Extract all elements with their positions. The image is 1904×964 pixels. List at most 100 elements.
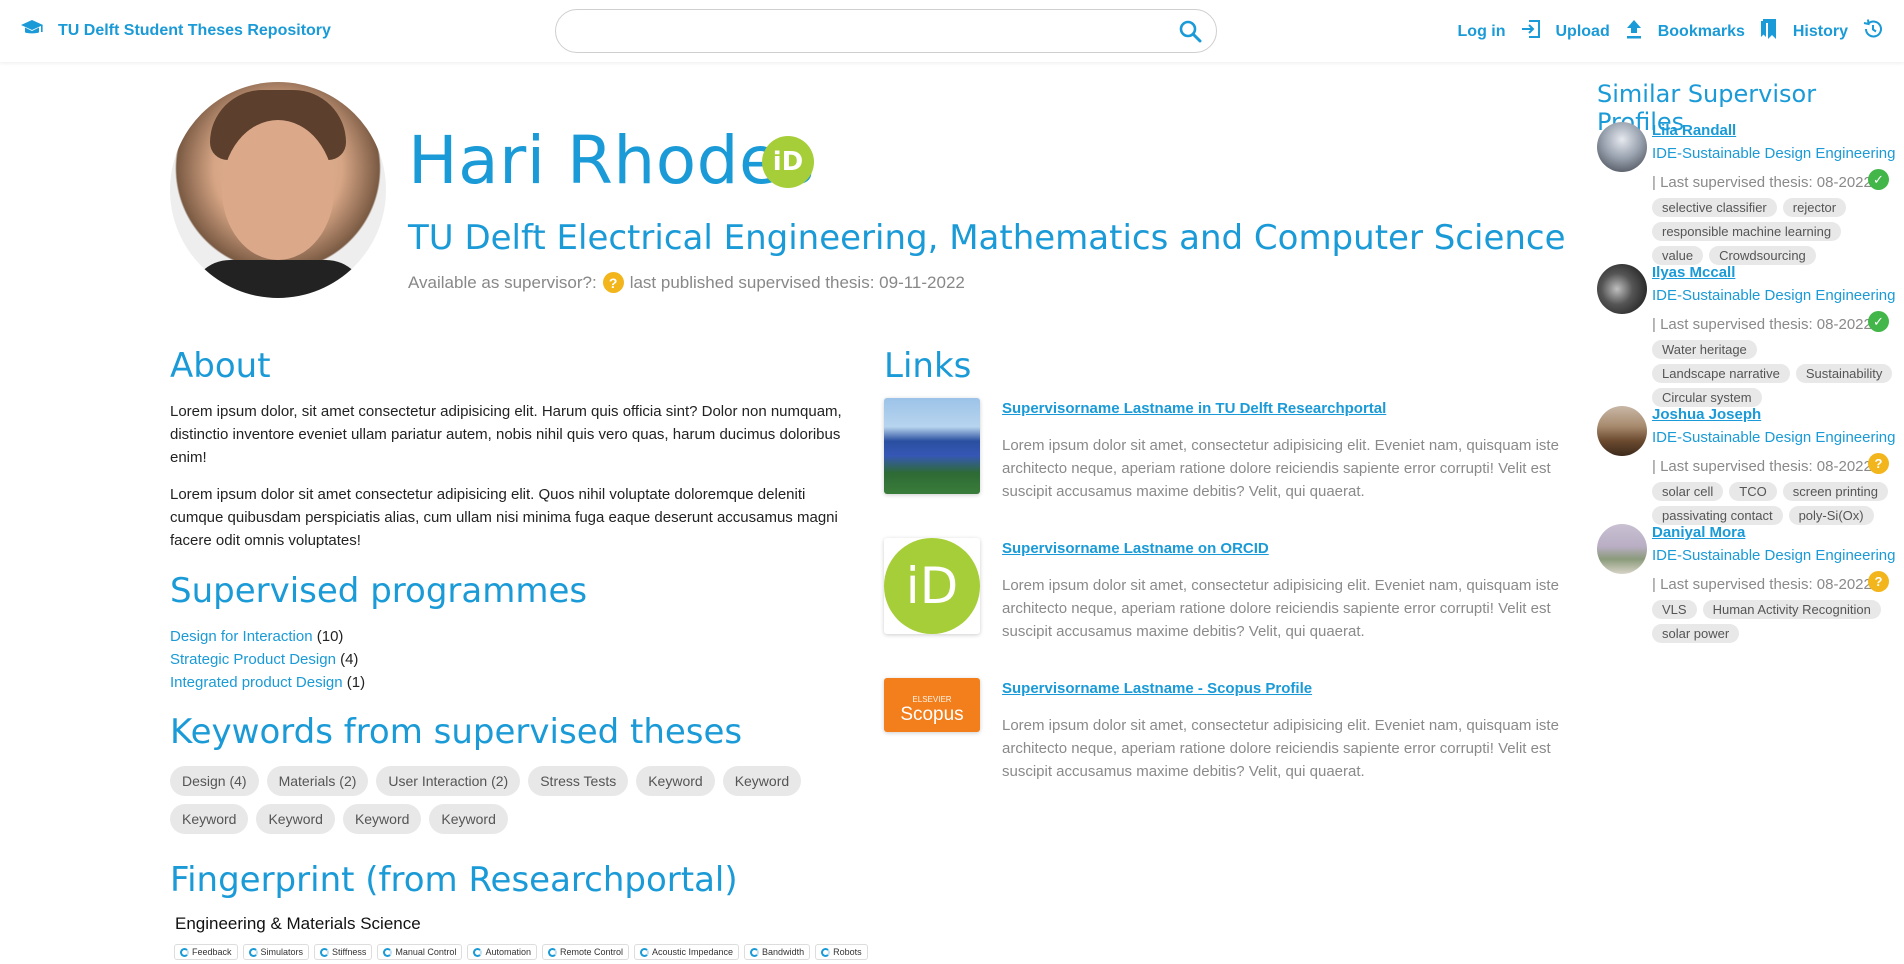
upload-label: Upload: [1555, 22, 1610, 40]
profile-department: IDE-Sustainable Design Engineering: [1652, 547, 1896, 564]
bookmarks-label: Bookmarks: [1657, 22, 1745, 40]
tag-chip[interactable]: VLS: [1652, 600, 1697, 619]
question-circle-icon: ?: [1868, 571, 1889, 592]
question-circle-icon: ?: [1868, 453, 1889, 474]
main-nav: Log in Upload Bookmarks History: [1458, 18, 1884, 45]
profile-tags: Water heritage Landscape narrative Susta…: [1652, 340, 1897, 407]
keywords-list: Design (4) Materials (2) User Interactio…: [170, 766, 870, 834]
keyword-chip[interactable]: Keyword: [170, 804, 249, 834]
programme-link[interactable]: Strategic Product Design: [170, 651, 336, 668]
fingerprint-item[interactable]: Automation: [467, 944, 537, 960]
profile-name-link[interactable]: Daniyal Mora: [1652, 524, 1745, 541]
last-supervised-date: | Last supervised thesis: 08-2022: [1652, 576, 1872, 593]
fingerprint-item[interactable]: Manual Control: [377, 944, 463, 960]
tag-chip[interactable]: selective classifier: [1652, 198, 1777, 217]
graduation-cap-icon: [20, 18, 44, 43]
search-icon[interactable]: [1178, 19, 1202, 48]
keyword-chip[interactable]: Keyword: [636, 766, 715, 796]
last-supervised-date: | Last supervised thesis: 08-2022: [1652, 316, 1872, 333]
history-button[interactable]: History: [1793, 18, 1884, 45]
tag-chip[interactable]: Water heritage: [1652, 340, 1757, 359]
researchportal-link[interactable]: Supervisorname Lastname in TU Delft Rese…: [1002, 400, 1386, 417]
tag-chip[interactable]: responsible machine learning: [1652, 222, 1842, 241]
programme-link[interactable]: Design for Interaction: [170, 628, 313, 645]
history-icon: [1862, 18, 1884, 45]
programme-count: (4): [340, 651, 359, 668]
scopus-logo: Scopus: [900, 704, 964, 725]
progress-ring-icon: [750, 947, 760, 957]
fingerprint-item[interactable]: Simulators: [242, 944, 310, 960]
brand[interactable]: TU Delft Student Theses Repository: [20, 18, 331, 43]
programme-count: (10): [316, 628, 344, 645]
fingerprint-item[interactable]: Bandwidth: [744, 944, 811, 960]
similar-profile-card: Daniyal Mora IDE-Sustainable Design Engi…: [1597, 524, 1897, 644]
keyword-chip[interactable]: Design (4): [170, 766, 259, 796]
keyword-chip[interactable]: Keyword: [342, 804, 422, 834]
tag-chip[interactable]: solar power: [1652, 624, 1740, 643]
orcid-icon[interactable]: iD: [762, 136, 814, 188]
fingerprint-label: Acoustic Impedance: [652, 947, 734, 957]
search-input[interactable]: [574, 10, 1174, 52]
avatar[interactable]: [1597, 524, 1647, 574]
similar-profile-card: Joshua Joseph IDE-Sustainable Design Eng…: [1597, 406, 1897, 526]
tag-chip[interactable]: Crowdsourcing: [1709, 246, 1816, 265]
avatar[interactable]: [1597, 122, 1647, 172]
profile-tags: solar cell TCO screen printing passivati…: [1652, 482, 1897, 525]
fingerprint-heading: Fingerprint (from Researchportal): [170, 860, 738, 900]
profile-name-link[interactable]: Lila Randall: [1652, 122, 1736, 139]
upload-button[interactable]: Upload: [1556, 18, 1644, 45]
keyword-chip[interactable]: Keyword: [722, 766, 802, 796]
keyword-chip[interactable]: User Interaction (2): [376, 766, 521, 796]
keyword-chip[interactable]: Keyword: [429, 804, 508, 834]
tag-chip[interactable]: passivating contact: [1652, 506, 1783, 525]
fingerprint-item[interactable]: Remote Control: [541, 944, 629, 960]
tag-chip[interactable]: Circular system: [1652, 388, 1762, 407]
fingerprint-item[interactable]: Feedback: [174, 944, 238, 960]
programme-link[interactable]: Integrated product Design: [170, 674, 343, 691]
tag-chip[interactable]: Landscape narrative: [1652, 364, 1790, 383]
scopus-thumbnail[interactable]: ELSEVIER Scopus: [884, 678, 980, 732]
orcid-link[interactable]: Supervisorname Lastname on ORCID: [1002, 540, 1269, 557]
programme-count: (1): [346, 674, 366, 691]
tag-chip[interactable]: rejector: [1782, 198, 1847, 217]
tag-chip[interactable]: solar cell: [1652, 482, 1724, 501]
tag-chip[interactable]: Sustainability: [1795, 364, 1893, 383]
availability-line: Available as supervisor?: ? last publish…: [408, 272, 965, 293]
fingerprint-item[interactable]: Acoustic Impedance: [634, 944, 740, 960]
programme-item: Integrated product Design (1): [170, 671, 365, 694]
login-icon: [1520, 18, 1542, 45]
profile-tags: VLS Human Activity Recognition solar pow…: [1652, 600, 1897, 643]
researchportal-thumbnail[interactable]: [884, 398, 980, 494]
link-researchportal: Supervisorname Lastname in TU Delft Rese…: [884, 398, 1564, 508]
bookmarks-button[interactable]: Bookmarks: [1658, 18, 1779, 45]
keyword-chip[interactable]: Materials (2): [266, 766, 369, 796]
last-thesis-date: last published supervised thesis: 09-11-…: [629, 272, 965, 292]
similar-profile-card: Ilyas Mccall IDE-Sustainable Design Engi…: [1597, 264, 1897, 407]
login-button[interactable]: Log in: [1458, 18, 1542, 45]
orcid-thumbnail[interactable]: iD: [884, 538, 980, 634]
tag-chip[interactable]: Human Activity Recognition: [1702, 600, 1881, 619]
fingerprint-item[interactable]: Robots: [815, 944, 868, 960]
avatar[interactable]: [1597, 264, 1647, 314]
tag-chip[interactable]: value: [1652, 246, 1704, 265]
profile-name-link[interactable]: Joshua Joseph: [1652, 406, 1761, 423]
profile-department: IDE-Sustainable Design Engineering: [1652, 145, 1896, 162]
programmes-list: Design for Interaction (10) Strategic Pr…: [170, 625, 365, 694]
availability-label: Available as supervisor?:: [408, 272, 597, 292]
fingerprint-item[interactable]: Stiffness: [314, 944, 373, 960]
profile-avatar: [170, 82, 386, 298]
search-bar: [555, 9, 1217, 53]
bookmark-icon: [1759, 18, 1779, 45]
tag-chip[interactable]: TCO: [1729, 482, 1777, 501]
tag-chip[interactable]: poly-Si(Ox): [1788, 506, 1874, 525]
keyword-chip[interactable]: Keyword: [256, 804, 335, 834]
scopus-link[interactable]: Supervisorname Lastname - Scopus Profile: [1002, 680, 1312, 697]
keyword-chip[interactable]: Stress Tests: [528, 766, 629, 796]
profile-name-link[interactable]: Ilyas Mccall: [1652, 264, 1735, 281]
avatar[interactable]: [1597, 406, 1647, 456]
progress-ring-icon: [320, 947, 330, 957]
programmes-heading: Supervised programmes: [170, 571, 588, 611]
tag-chip[interactable]: screen printing: [1782, 482, 1889, 501]
progress-ring-icon: [248, 947, 258, 957]
link-description: Lorem ipsum dolor sit amet, consectetur …: [1002, 577, 1559, 640]
